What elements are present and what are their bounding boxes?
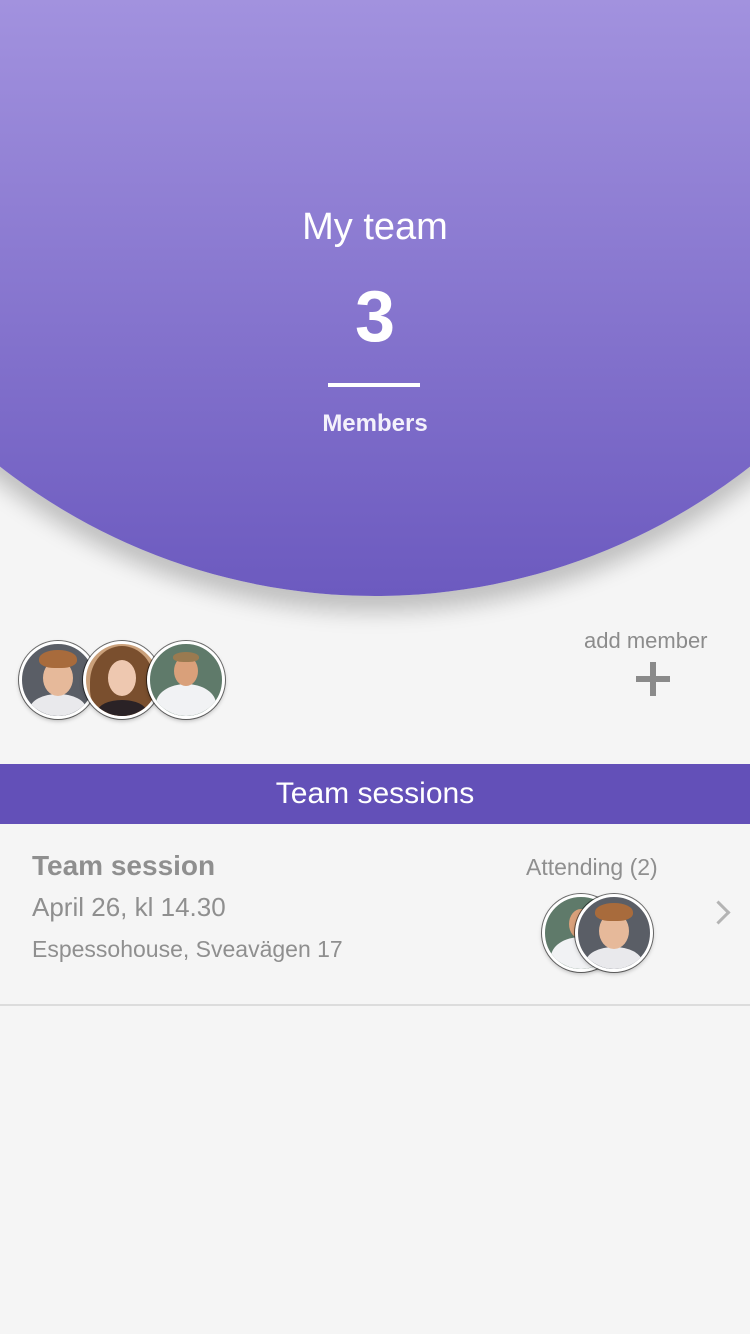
team-hero: My team 3 Members: [0, 0, 750, 640]
session-location: Espessohouse, Sveavägen 17: [32, 936, 343, 962]
session-title: Team session: [32, 850, 216, 881]
hero-divider: [328, 383, 420, 387]
add-member-label[interactable]: add member: [584, 628, 708, 654]
team-sessions-header: Team sessions: [0, 764, 750, 824]
hero-title: My team: [302, 206, 448, 248]
chevron-right-icon[interactable]: [706, 900, 731, 925]
session-row[interactable]: Team session April 26, kl 14.30 Espessoh…: [0, 824, 750, 1006]
session-date: April 26, kl 14.30: [32, 892, 226, 922]
attending-count: Attending (2): [526, 854, 658, 880]
members-label: Members: [322, 410, 428, 437]
member-count: 3: [354, 277, 396, 357]
attendee-avatar-2: [575, 894, 653, 972]
plus-icon[interactable]: [636, 662, 670, 696]
member-avatar-3[interactable]: [147, 641, 225, 719]
